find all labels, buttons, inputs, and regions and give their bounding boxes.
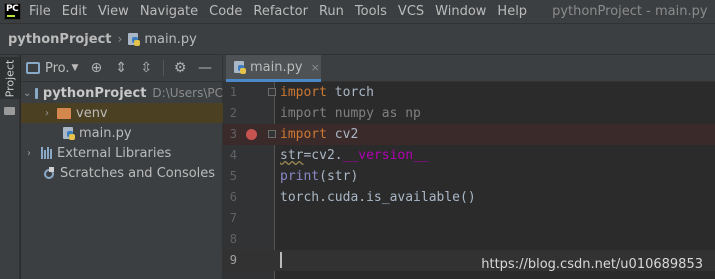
- project-view-selector[interactable]: Pro.: [45, 61, 70, 76]
- breadcrumb-file[interactable]: main.py: [144, 32, 197, 47]
- project-view-icon: [26, 62, 40, 74]
- pycharm-logo-icon: PC: [4, 3, 21, 20]
- tree-item-scratches[interactable]: Scratches and Consoles: [21, 163, 223, 183]
- code-text: torch.cuda.is_available(): [280, 190, 476, 205]
- watermark-url: https://blog.csdn.net/u010689853: [481, 257, 703, 272]
- code-editor: main.py × 1 2 3 4 5 6 7 8 9 import torch…: [223, 55, 715, 279]
- gear-icon[interactable]: ⚙: [172, 60, 188, 76]
- tree-item-external-libraries[interactable]: › External Libraries: [21, 143, 223, 163]
- text-caret: [280, 252, 282, 268]
- tree-item-root[interactable]: ⌄ pythonProject D:\Users\PC: [21, 83, 223, 103]
- logo-text: PC: [6, 4, 19, 14]
- tab-label: main.py: [250, 59, 303, 75]
- code-variable: str: [280, 148, 304, 163]
- project-tool-window-button[interactable]: Project: [0, 57, 20, 99]
- breadcrumb-project[interactable]: pythonProject: [8, 32, 112, 47]
- toolbar-divider: [163, 60, 165, 76]
- minimize-icon[interactable]: —: [197, 60, 213, 76]
- folder-icon: [35, 87, 38, 99]
- tree-root-name: pythonProject: [42, 85, 147, 101]
- tree-item-label: main.py: [79, 125, 132, 141]
- editor-tab-bar: main.py ×: [223, 55, 715, 82]
- tree-item-venv[interactable]: › venv: [21, 103, 223, 123]
- tab-main-py[interactable]: main.py ×: [226, 55, 321, 82]
- locate-icon[interactable]: ⊕: [88, 60, 104, 76]
- code-dunder: __version__: [342, 148, 429, 163]
- menu-tools[interactable]: Tools: [355, 4, 387, 19]
- line-number: 7: [229, 211, 237, 225]
- project-toolbar: Pro. ▼ ⊕ ⇕ ⇳ ⚙ —: [21, 55, 222, 82]
- line-number: 8: [229, 232, 237, 246]
- code-line[interactable]: torch.cuda.is_available(): [223, 187, 715, 208]
- python-file-icon: [234, 60, 246, 74]
- window-title: pythonProject - main.py: [552, 4, 708, 19]
- breadcrumb-separator: ›: [117, 32, 123, 46]
- menu-view[interactable]: View: [98, 4, 129, 19]
- collapse-all-icon[interactable]: ⇳: [138, 60, 154, 76]
- code-keyword: import: [280, 127, 327, 142]
- library-icon: [41, 147, 52, 159]
- close-icon[interactable]: ×: [311, 61, 320, 74]
- chevron-down-icon[interactable]: ⌄: [23, 88, 31, 99]
- tree-root-path: D:\Users\PC: [152, 86, 223, 100]
- expand-all-icon[interactable]: ⇕: [113, 60, 129, 76]
- menu-navigate[interactable]: Navigate: [140, 4, 198, 19]
- chevron-down-icon[interactable]: ▼: [71, 63, 78, 73]
- left-tool-stripe: Project: [0, 55, 20, 279]
- line-number: 9: [229, 253, 237, 267]
- menu-bar: PC File Edit View Navigate Code Refactor…: [0, 0, 715, 23]
- code-keyword: import: [280, 85, 327, 100]
- code-line[interactable]: import torch: [223, 82, 715, 103]
- scratches-icon: [43, 166, 56, 180]
- code-line[interactable]: import numpy as np: [223, 103, 715, 124]
- code-text: import numpy as np: [280, 106, 421, 121]
- code-line[interactable]: str=cv2.__version__: [223, 145, 715, 166]
- menu-window[interactable]: Window: [435, 4, 486, 19]
- tree-item-label: Scratches and Consoles: [60, 165, 216, 181]
- code-text: cv2: [326, 127, 359, 142]
- tree-item-label: venv: [76, 105, 108, 121]
- chevron-right-icon[interactable]: ›: [41, 108, 53, 119]
- tree-item-main-py[interactable]: main.py: [21, 123, 223, 143]
- project-panel: Pro. ▼ ⊕ ⇕ ⇳ ⚙ — ⌄ pythonProject D:\User…: [21, 55, 223, 279]
- menu-vcs[interactable]: VCS: [398, 4, 424, 19]
- menu-refactor[interactable]: Refactor: [253, 4, 308, 19]
- code-builtin: print: [280, 169, 320, 184]
- code-text: (str): [319, 169, 359, 184]
- project-tool-window-label: Project: [3, 59, 17, 97]
- menu-run[interactable]: Run: [319, 4, 344, 19]
- python-file-icon: [63, 126, 75, 140]
- tree-item-label: External Libraries: [57, 145, 172, 161]
- menu-code[interactable]: Code: [209, 4, 242, 19]
- structure-folder-icon[interactable]: [4, 107, 15, 115]
- python-file-icon: [128, 32, 141, 46]
- code-text: torch: [326, 85, 374, 100]
- code-text: =cv2.: [303, 148, 343, 163]
- menu-edit[interactable]: Edit: [62, 4, 87, 19]
- code-line[interactable]: print(str): [223, 166, 715, 187]
- menu-file[interactable]: File: [29, 4, 51, 19]
- folder-icon: [57, 107, 71, 119]
- menu-help[interactable]: Help: [497, 4, 527, 19]
- chevron-right-icon[interactable]: ›: [23, 148, 35, 159]
- navigation-bar: pythonProject › main.py: [0, 23, 715, 55]
- code-line[interactable]: import cv2: [223, 124, 715, 145]
